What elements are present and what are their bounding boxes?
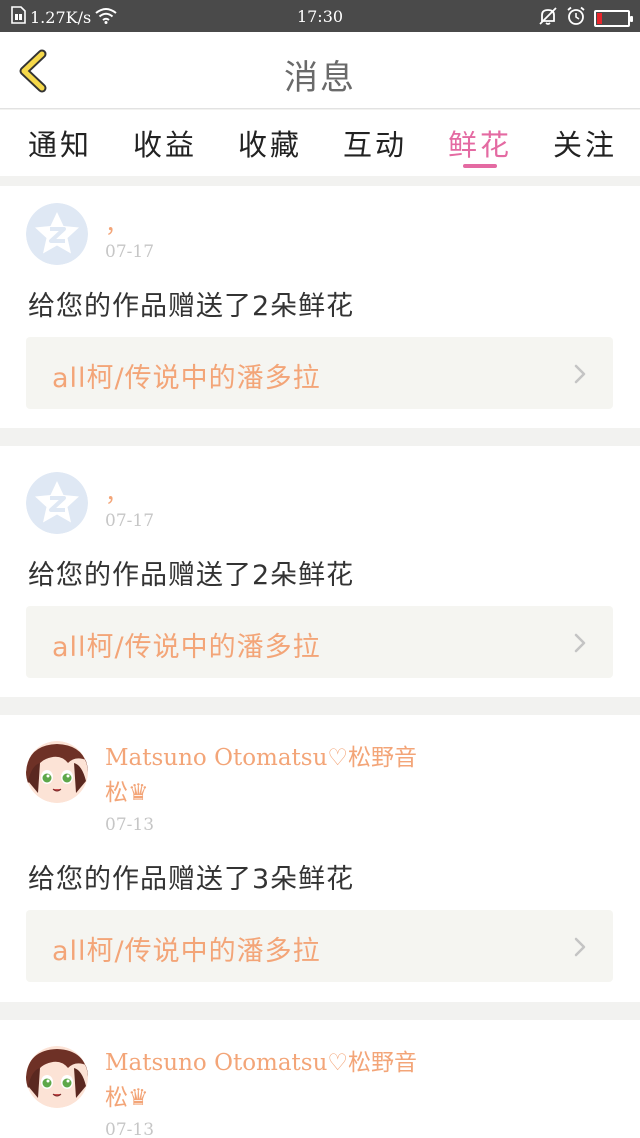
avatar[interactable] bbox=[26, 1046, 88, 1108]
message-text: 给您的作品赠送了2朵鲜花 bbox=[28, 291, 355, 322]
tab-favorites[interactable]: 收藏 bbox=[238, 122, 302, 170]
tab-notifications[interactable]: 通知 bbox=[28, 122, 92, 170]
chevron-right-icon bbox=[574, 937, 586, 957]
message-text: 给您的作品赠送了3朵鲜花 bbox=[28, 864, 355, 895]
work-link[interactable]: all柯/传说中的潘多拉 bbox=[26, 606, 613, 678]
chevron-right-icon bbox=[574, 633, 586, 653]
default-z-avatar-icon bbox=[26, 472, 88, 534]
status-bar: 1.27K/s 17:30 bbox=[0, 0, 640, 32]
work-title: all柯/传说中的潘多拉 bbox=[52, 632, 321, 663]
battery-icon bbox=[594, 9, 633, 27]
anime-girl-avatar-icon bbox=[26, 1046, 88, 1108]
chevron-right-icon bbox=[574, 364, 586, 384]
page-title: 消息 bbox=[284, 58, 356, 98]
sender-name[interactable]: ， bbox=[105, 477, 425, 512]
tab-follows[interactable]: 关注 bbox=[553, 122, 617, 170]
message-card: ， 07-17 给您的作品赠送了2朵鲜花 all柯/传说中的潘多拉 bbox=[0, 186, 640, 428]
message-date: 07-13 bbox=[105, 815, 155, 835]
message-card: ， 07-17 给您的作品赠送了2朵鲜花 all柯/传说中的潘多拉 bbox=[0, 446, 640, 697]
avatar[interactable] bbox=[26, 203, 88, 265]
tab-interactions[interactable]: 互动 bbox=[343, 122, 407, 170]
sender-name[interactable]: Matsuno Otomatsu♡松野音松♛ bbox=[105, 741, 425, 811]
tab-label: 互动 bbox=[343, 128, 408, 162]
avatar[interactable] bbox=[26, 741, 88, 803]
message-date: 07-17 bbox=[105, 511, 155, 531]
work-link[interactable]: all柯/传说中的潘多拉 bbox=[26, 910, 613, 982]
work-link[interactable]: all柯/传说中的潘多拉 bbox=[26, 337, 613, 409]
tab-label: 通知 bbox=[28, 128, 93, 162]
app-header: 消息 bbox=[0, 32, 640, 109]
tab-earnings[interactable]: 收益 bbox=[133, 122, 197, 170]
message-card: Matsuno Otomatsu♡松野音松♛ 07-13 给您的作品赠送了3朵鲜… bbox=[0, 715, 640, 1002]
message-date: 07-17 bbox=[105, 242, 155, 262]
tab-label: 收益 bbox=[133, 128, 198, 162]
tab-label: 关注 bbox=[553, 128, 618, 162]
muted-bell-icon bbox=[538, 6, 558, 30]
work-title: all柯/传说中的潘多拉 bbox=[52, 936, 321, 967]
message-text: 给您的作品赠送了2朵鲜花 bbox=[28, 560, 355, 591]
message-date: 07-13 bbox=[105, 1120, 155, 1138]
sender-name[interactable]: Matsuno Otomatsu♡松野音松♛ bbox=[105, 1046, 425, 1116]
active-tab-indicator bbox=[463, 164, 497, 168]
tab-bar: 通知 收益 收藏 互动 鲜花 关注 bbox=[0, 110, 640, 176]
work-title: all柯/传说中的潘多拉 bbox=[52, 363, 321, 394]
messages-screen: 1.27K/s 17:30 消息 通知 收益 收藏 互动 鲜花 关注 ， 07-… bbox=[0, 0, 640, 1138]
sender-name[interactable]: ， bbox=[105, 208, 425, 243]
tab-label: 鲜花 bbox=[448, 128, 513, 162]
default-z-avatar-icon bbox=[26, 203, 88, 265]
message-card: Matsuno Otomatsu♡松野音松♛ 07-13 bbox=[0, 1020, 640, 1138]
avatar[interactable] bbox=[26, 472, 88, 534]
tab-flowers[interactable]: 鲜花 bbox=[448, 122, 512, 170]
anime-girl-avatar-icon bbox=[26, 741, 88, 803]
tab-label: 收藏 bbox=[238, 128, 303, 162]
alarm-icon bbox=[566, 6, 586, 30]
